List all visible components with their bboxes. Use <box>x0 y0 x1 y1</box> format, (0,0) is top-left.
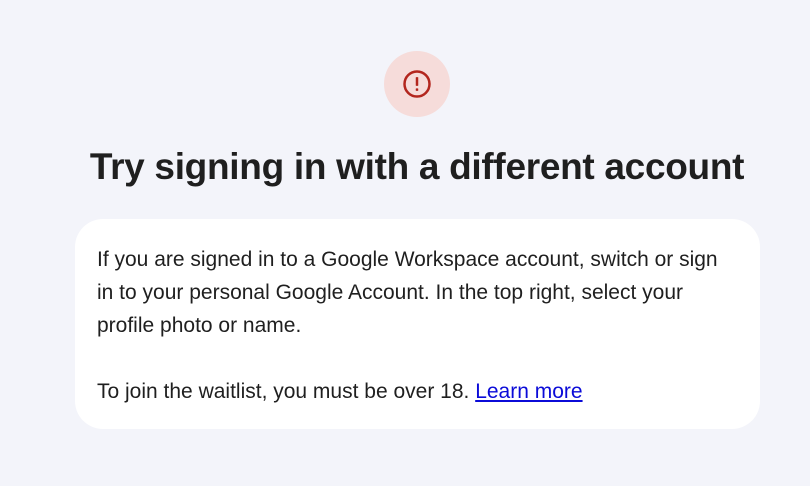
card-body-text: If you are signed in to a Google Workspa… <box>97 248 718 337</box>
page-title: Try signing in with a different account <box>89 146 745 187</box>
info-card: If you are signed in to a Google Workspa… <box>75 219 760 429</box>
error-circle-icon <box>402 69 432 99</box>
learn-more-link[interactable]: Learn more <box>475 380 582 403</box>
waitlist-text: To join the waitlist, you must be over 1… <box>97 375 738 408</box>
error-badge <box>384 51 450 117</box>
signin-error-page: Try signing in with a different account … <box>0 0 810 486</box>
waitlist-text-label: To join the waitlist, you must be over 1… <box>97 380 476 403</box>
